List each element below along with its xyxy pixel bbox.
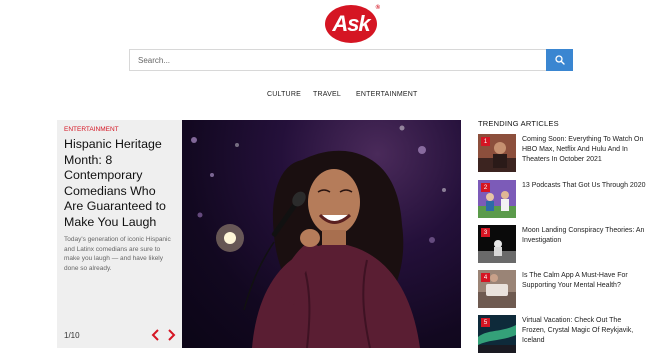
chevron-left-icon [151, 329, 159, 341]
nav-entertainment[interactable]: ENTERTAINMENT [356, 91, 417, 98]
slide-photo[interactable] [182, 120, 461, 348]
chevron-right-icon [168, 329, 176, 341]
logo-text: Ask [332, 11, 370, 36]
trending-title[interactable]: 13 Podcasts That Got Us Through 2020 [522, 181, 646, 191]
featured-slideshow: ENTERTAINMENT Hispanic Heritage Month: 8… [57, 120, 461, 348]
slide-description: Today's generation of iconic Hispanic an… [64, 236, 171, 272]
search-icon [554, 55, 565, 65]
slide-title[interactable]: Hispanic Heritage Month: 8 Contemporary … [64, 137, 174, 230]
top-nav: CULTURE TRAVEL ENTERTAINMENT [0, 91, 650, 101]
nav-culture[interactable]: CULTURE [267, 91, 301, 98]
nav-travel[interactable]: TRAVEL [313, 91, 341, 98]
trending-item-2[interactable]: 2 13 Podcasts That Got Us Through 2020 [478, 180, 648, 218]
trending-title[interactable]: Coming Soon: Everything To Watch On HBO … [522, 135, 646, 165]
slide-text-panel: ENTERTAINMENT Hispanic Heritage Month: 8… [57, 120, 182, 348]
next-slide-button[interactable] [166, 329, 176, 341]
trending-item-5[interactable]: 5 Virtual Vacation: Check Out The Frozen… [478, 315, 648, 353]
ask-logo[interactable]: Ask ® [325, 5, 381, 43]
prev-slide-button[interactable] [151, 329, 161, 341]
trending-thumbnail[interactable]: 2 [478, 180, 516, 218]
trending-thumbnail[interactable]: 5 [478, 315, 516, 353]
trending-item-3[interactable]: 3 Moon Landing Conspiracy Theories: An I… [478, 225, 648, 263]
comedian-photo-illustration [191, 125, 446, 348]
trending-item-4[interactable]: 4 Is The Calm App A Must-Have For Suppor… [478, 270, 648, 308]
search-button[interactable] [546, 49, 573, 71]
rank-badge: 5 [481, 318, 490, 327]
registered-mark: ® [375, 5, 381, 11]
trending-heading: TRENDING ARTICLES [478, 119, 559, 128]
trending-thumbnail[interactable]: 1 [478, 134, 516, 172]
slide-category[interactable]: ENTERTAINMENT [64, 126, 119, 133]
rank-badge: 3 [481, 228, 490, 237]
trending-title[interactable]: Virtual Vacation: Check Out The Frozen, … [522, 316, 646, 346]
trending-item-1[interactable]: 1 Coming Soon: Everything To Watch On HB… [478, 134, 648, 172]
trending-title[interactable]: Is The Calm App A Must-Have For Supporti… [522, 271, 646, 291]
slide-counter: 1/10 [64, 331, 80, 340]
trending-thumbnail[interactable]: 3 [478, 225, 516, 263]
search-input[interactable] [129, 49, 546, 71]
trending-thumbnail[interactable]: 4 [478, 270, 516, 308]
rank-badge: 4 [481, 273, 490, 282]
trending-title[interactable]: Moon Landing Conspiracy Theories: An Inv… [522, 226, 646, 246]
rank-badge: 1 [481, 137, 490, 146]
rank-badge: 2 [481, 183, 490, 192]
